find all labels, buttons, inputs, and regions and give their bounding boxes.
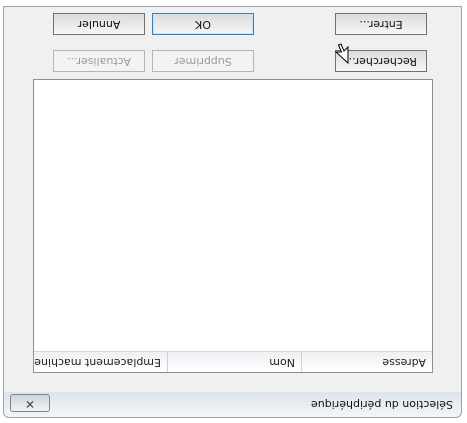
close-icon: ✕ xyxy=(24,397,36,411)
actualiser-button[interactable]: Actualiser... xyxy=(53,50,145,72)
window-title: Sélection du périphérique xyxy=(311,398,453,411)
annuler-button[interactable]: Annuler xyxy=(53,13,145,35)
entrer-button[interactable]: Entrer... xyxy=(335,13,427,35)
client-area: Adresse Nom Emplacement machine Recherch… xyxy=(3,6,462,392)
stage: Sélection du périphérique ✕ Adresse Nom … xyxy=(0,0,467,423)
column-header-nom[interactable]: Nom xyxy=(167,352,301,372)
titlebar: Sélection du périphérique ✕ xyxy=(3,390,462,418)
column-header-adresse[interactable]: Adresse xyxy=(301,352,432,372)
ok-button[interactable]: OK xyxy=(152,13,254,35)
device-list[interactable]: Adresse Nom Emplacement machine xyxy=(33,79,433,373)
mouse-pointer-icon xyxy=(334,43,349,64)
column-header-emplacement[interactable]: Emplacement machine xyxy=(34,352,167,372)
close-button[interactable]: ✕ xyxy=(10,394,50,412)
supprimer-button[interactable]: Supprimer xyxy=(152,50,254,72)
device-selection-dialog: Sélection du périphérique ✕ Adresse Nom … xyxy=(0,0,467,423)
list-header: Adresse Nom Emplacement machine xyxy=(34,351,432,372)
